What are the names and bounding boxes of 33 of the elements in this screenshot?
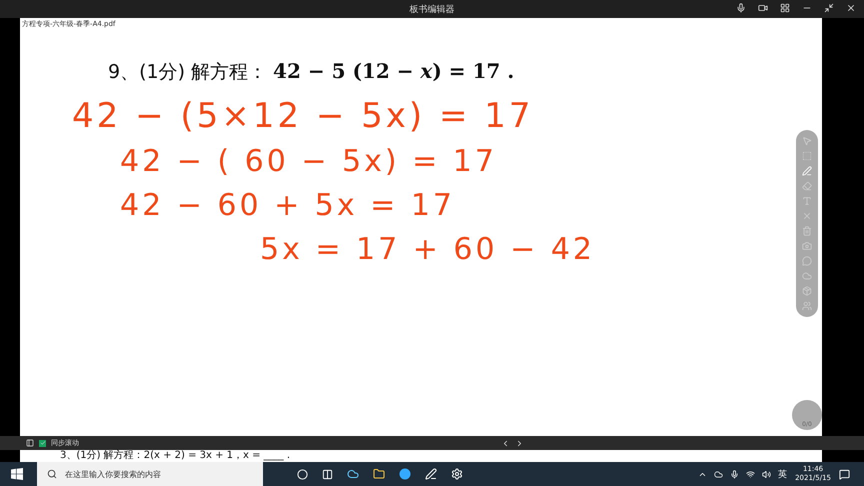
volume-icon[interactable]: [762, 470, 772, 478]
problem-text: 3、(1分) 解方程：2(x + 2) = 3x + 1，x = ____ .: [20, 450, 822, 462]
panel-icon[interactable]: [26, 439, 34, 447]
restore-icon[interactable]: [824, 3, 834, 13]
problem-label: 9、(1分) 解方程：: [108, 60, 268, 85]
previous-icon[interactable]: [501, 438, 510, 448]
cloud-icon[interactable]: [347, 468, 359, 480]
columns-icon[interactable]: [322, 468, 333, 480]
ime-indicator[interactable]: 英: [778, 468, 788, 480]
next-icon[interactable]: [515, 438, 524, 448]
settings-icon[interactable]: [451, 468, 463, 480]
pen-app-icon[interactable]: [425, 468, 437, 480]
task-view-icon[interactable]: [297, 468, 308, 480]
windows-logo-icon[interactable]: [11, 468, 23, 480]
notification-icon[interactable]: [839, 468, 850, 480]
handwritten-line: 42 − ( 60 − 5x) = 17: [120, 147, 497, 177]
app-icon[interactable]: [399, 468, 411, 480]
sync-checkbox[interactable]: [39, 440, 46, 446]
equation: 42 − 5 (12 − x) = 17 .: [273, 59, 514, 83]
wifi-icon[interactable]: [746, 470, 756, 478]
folder-icon[interactable]: [373, 468, 385, 480]
search-field[interactable]: 在这里输入你要搜索的内容: [37, 462, 263, 486]
handwritten-line: 42 − 60 + 5x = 17: [120, 191, 455, 221]
window-title: 板书编辑器: [410, 4, 454, 16]
handwritten-line: 42 − (5×12 − 5x) = 17: [72, 99, 534, 133]
cloud-icon[interactable]: [714, 470, 724, 478]
microphone-icon[interactable]: [730, 470, 740, 478]
search-icon: [47, 469, 57, 479]
camera-icon[interactable]: [758, 3, 768, 13]
grid-icon[interactable]: [780, 3, 790, 13]
microphone-icon[interactable]: [736, 3, 746, 13]
close-icon[interactable]: [846, 3, 856, 13]
handwritten-line: 5x = 17 + 60 − 42: [260, 235, 595, 265]
